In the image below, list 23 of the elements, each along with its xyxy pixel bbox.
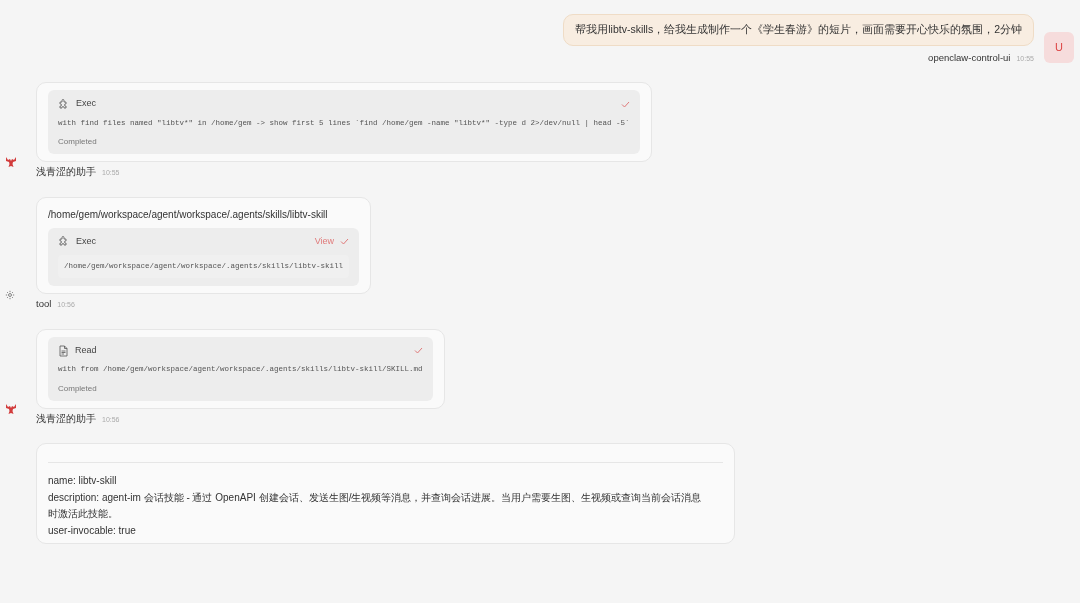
gear-icon [5, 290, 15, 301]
document-line: name: libtv-skill [48, 474, 118, 488]
check-icon [413, 347, 423, 354]
user-avatar: U [1044, 32, 1074, 63]
message-text: /home/gem/workspace/agent/workspace/.agents/skills/libtv-skill [48, 207, 329, 222]
tool-title: Exec [76, 234, 96, 248]
status-text: Completed [58, 382, 98, 395]
view-link[interactable]: View [314, 234, 335, 248]
status-text: Completed [58, 136, 98, 148]
check-icon [620, 100, 630, 108]
sender-name: 浅青涩的助手 [36, 166, 96, 177]
user-message-bubble: 帮我用libtv-skills，给我生成制作一个《学生春游》的短片，画面需要开心快乐的氛围，2分钟 [563, 14, 1034, 46]
sender-name: tool [36, 298, 52, 310]
lobster-icon [5, 156, 17, 168]
tool-title: Exec [76, 97, 96, 111]
check-icon [340, 237, 350, 245]
document-line: description: agent-im 会话技能 - 通过 OpenAPI 创建会话、发送生图/生视频等消息，并查询会话进展。当用户需要生图、生视频或查询当前会话消息时激活此技能。 [48, 491, 703, 521]
document-line: user-invocable: true [48, 524, 137, 538]
sender-name: openclaw-control-ui [928, 51, 1011, 63]
lobster-icon [5, 402, 17, 415]
document-icon [58, 344, 69, 357]
tool-title: Read [75, 343, 97, 357]
sender-name: 浅青涩的助手 [36, 412, 96, 424]
